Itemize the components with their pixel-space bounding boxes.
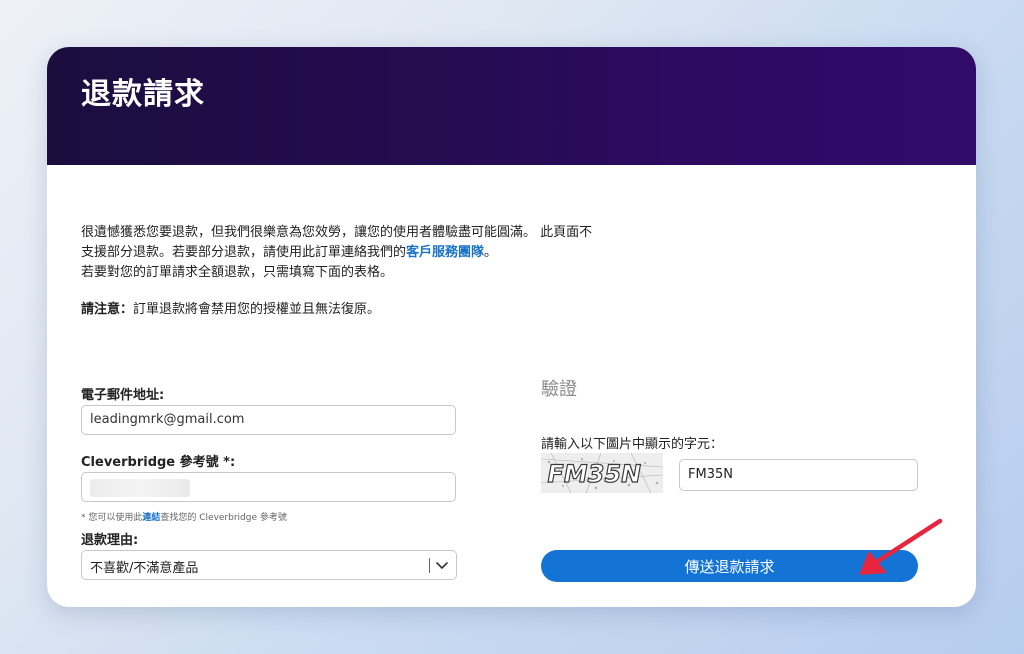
redacted-reference — [90, 479, 190, 497]
reference-hint: * 您可以使用此連結查找您的 Cleverbridge 參考號 — [81, 510, 287, 523]
hint-prefix: * 您可以使用此 — [81, 513, 143, 523]
reason-selected-value: 不喜歡/不滿意產品 — [90, 561, 199, 576]
intro-text: 很遺憾獲悉您要退款，但我們很樂意為您效勞，讓您的使用者體驗盡可能圓滿。 此頁面不… — [81, 223, 681, 283]
lookup-link[interactable]: 連結 — [142, 513, 160, 523]
notice-label: 請注意： — [81, 302, 134, 317]
reason-label: 退款理由: — [81, 533, 139, 548]
customer-service-link[interactable]: 客戶服務團隊 — [406, 245, 484, 260]
intro-line-2: 支援部分退款。若要部分退款，請使用此訂單連絡我們的客戶服務團隊。 — [81, 243, 681, 263]
intro-line-1: 很遺憾獲悉您要退款，但我們很樂意為您效勞，讓您的使用者體驗盡可能圓滿。 此頁面不 — [81, 225, 593, 240]
refund-card: 退款請求 很遺憾獲悉您要退款，但我們很樂意為您效勞，讓您的使用者體驗盡可能圓滿。… — [47, 47, 976, 607]
verification-title: 驗證 — [541, 379, 577, 400]
email-field[interactable]: leadingmrk@gmail.com — [81, 405, 456, 435]
reference-number-field[interactable] — [81, 472, 456, 502]
refund-reason-select[interactable]: 不喜歡/不滿意產品 — [81, 550, 457, 580]
notice-text: 請注意：訂單退款將會禁用您的授權並且無法復原。 — [81, 300, 380, 320]
reference-label: Cleverbridge 參考號 *: — [81, 455, 236, 470]
captcha-glyphs: FM35N — [545, 460, 644, 488]
captcha-image: FM35N — [541, 453, 663, 493]
captcha-label: 請輸入以下圖片中顯示的字元： — [541, 437, 724, 452]
captcha-input[interactable]: FM35N — [679, 459, 918, 491]
intro-line-2-suffix: 。 — [484, 245, 498, 260]
intro-line-2-prefix: 支援部分退款。若要部分退款，請使用此訂單連絡我們的 — [81, 245, 407, 260]
select-divider — [429, 558, 430, 573]
intro-line-3: 若要對您的訂單請求全額退款，只需填寫下面的表格。 — [81, 265, 394, 280]
card-header: 退款請求 — [47, 47, 976, 165]
page-title: 退款請求 — [81, 77, 205, 112]
hint-suffix: 查找您的 Cleverbridge 參考號 — [160, 513, 287, 523]
arrow-annotation-icon — [859, 518, 943, 575]
email-label: 電子郵件地址: — [81, 388, 165, 403]
chevron-down-icon — [436, 562, 448, 569]
notice-body: 訂單退款將會禁用您的授權並且無法復原。 — [133, 302, 381, 317]
